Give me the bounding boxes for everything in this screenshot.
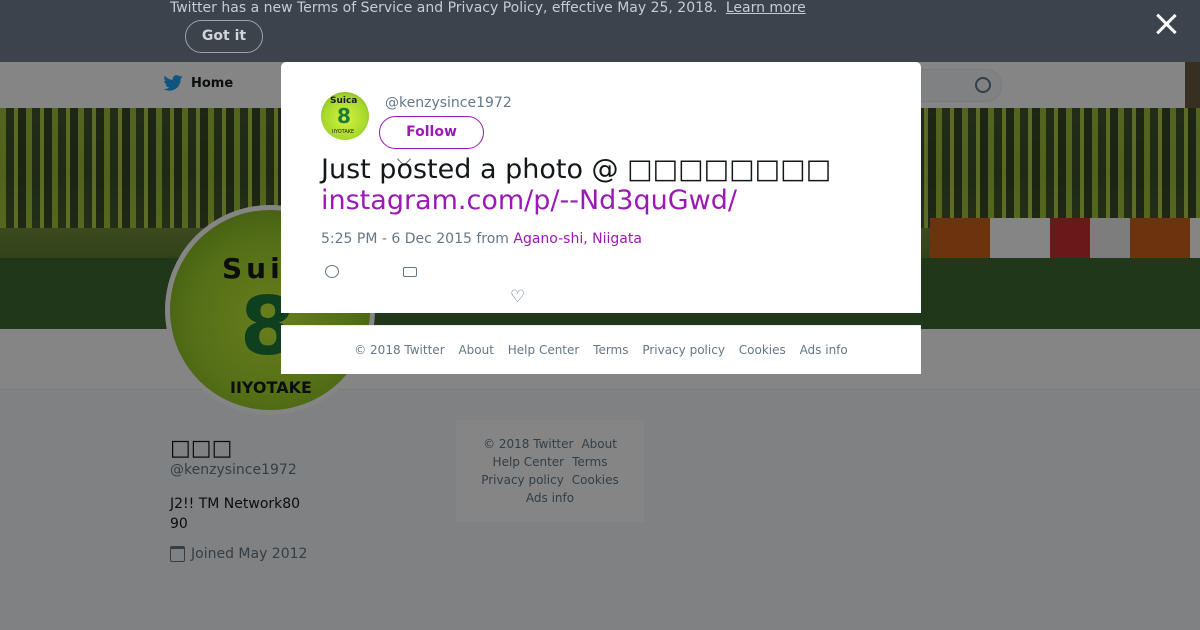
footer-link-help[interactable]: Help Center [508, 343, 580, 357]
footer-link-terms[interactable]: Terms [593, 343, 628, 357]
got-it-button[interactable]: Got it [185, 20, 263, 53]
follow-button[interactable]: Follow [379, 116, 484, 149]
tweet-avatar-number: 8 [337, 104, 351, 128]
tweet-location[interactable]: Agano-shi, Niigata [513, 231, 642, 247]
tweet-avatar[interactable]: Suica 8 IIYOTAKE [321, 92, 369, 140]
banner-message: Twitter has a new Terms of Service and P… [170, 0, 806, 16]
footer-link-cookies[interactable]: Cookies [739, 343, 786, 357]
tweet-modal: Suica 8 IIYOTAKE @kenzysince1972 Follow … [281, 62, 921, 313]
tweet-author-handle[interactable]: @kenzysince1972 [385, 95, 512, 111]
tweet-avatar-name: IIYOTAKE [332, 129, 355, 135]
footer-link-privacy[interactable]: Privacy policy [642, 343, 725, 357]
like-icon[interactable] [510, 287, 526, 307]
close-icon[interactable] [1155, 13, 1177, 35]
tweet-time[interactable]: 5:25 PM - 6 Dec 2015 from [321, 231, 513, 247]
footer-copyright: © 2018 Twitter [354, 343, 445, 357]
retweet-icon[interactable] [403, 267, 419, 277]
reply-icon[interactable] [325, 265, 339, 278]
footer-link-ads[interactable]: Ads info [800, 343, 848, 357]
tweet-metadata: 5:25 PM - 6 Dec 2015 from Agano-shi, Nii… [321, 231, 642, 247]
learn-more-link[interactable]: Learn more [726, 0, 806, 16]
tweet-text: Just posted a photo @ □□□□□□□□ [321, 154, 832, 185]
footer-link-about[interactable]: About [458, 343, 493, 357]
banner-text: Twitter has a new Terms of Service and P… [170, 0, 718, 16]
modal-footer: © 2018 Twitter About Help Center Terms P… [281, 325, 921, 374]
policy-banner: Twitter has a new Terms of Service and P… [0, 0, 1200, 62]
tweet-link[interactable]: instagram.com/p/--Nd3quGwd/ [321, 185, 737, 217]
